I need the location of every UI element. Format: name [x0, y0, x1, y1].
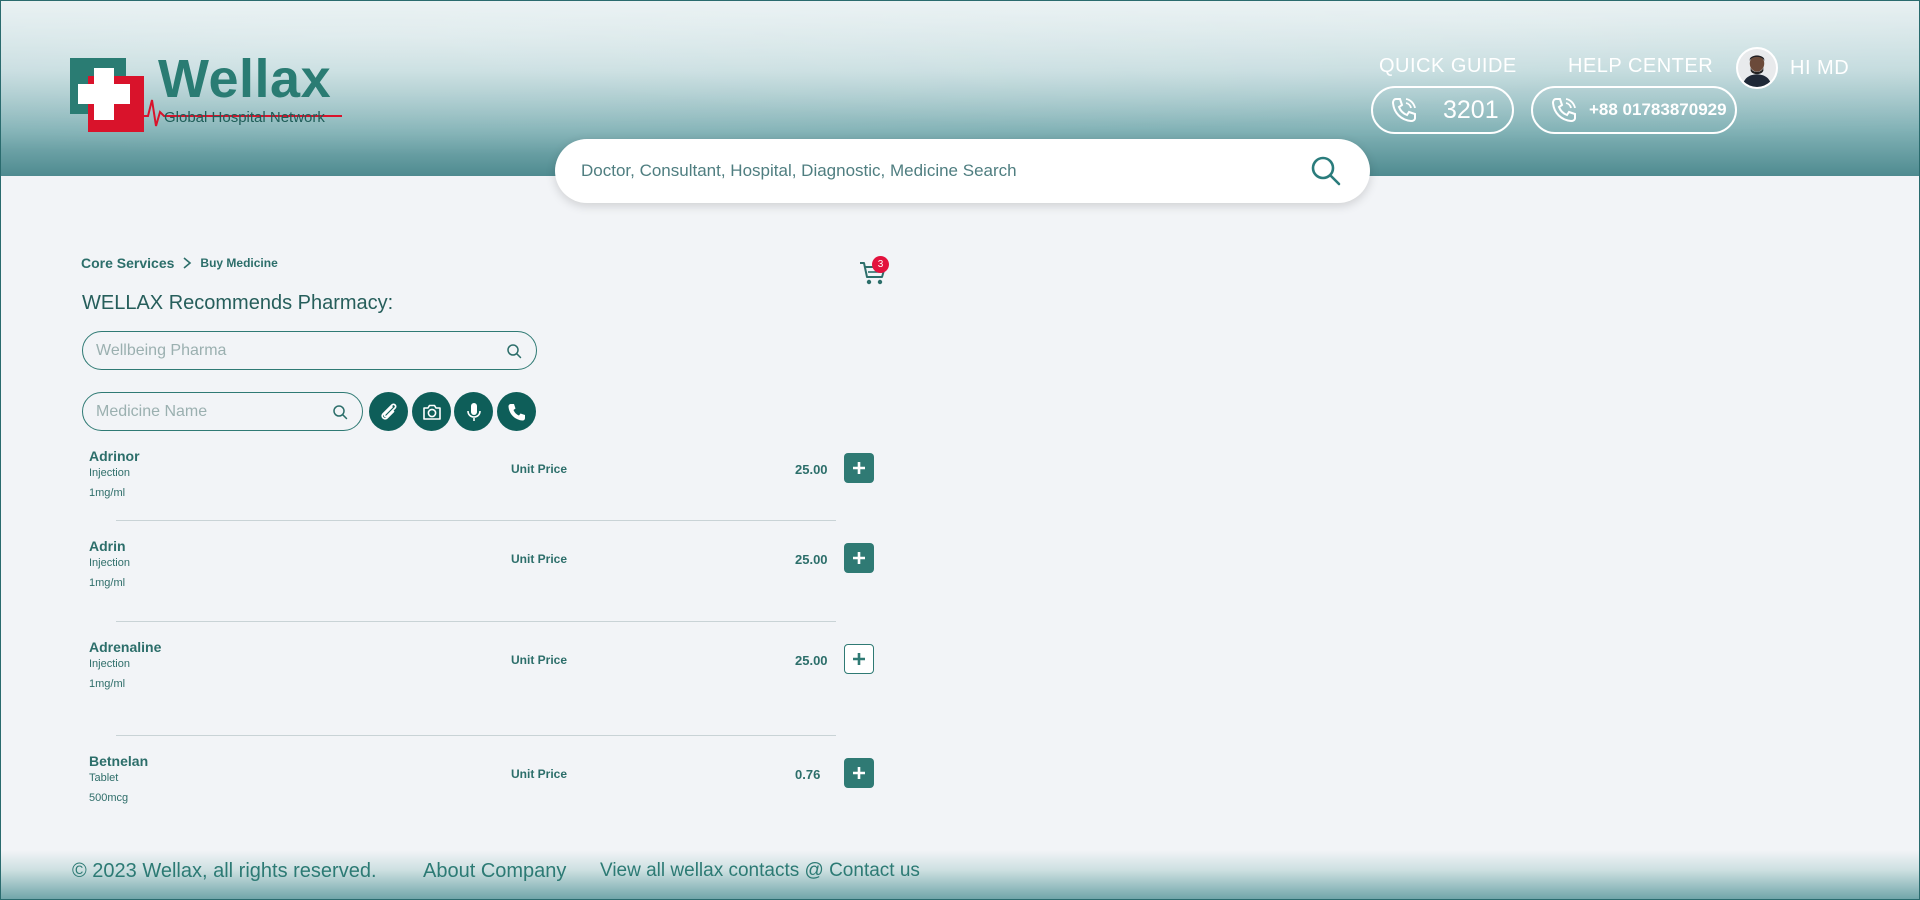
- medicine-price: 25.00: [795, 653, 828, 668]
- camera-icon: [422, 404, 441, 420]
- breadcrumb: Core Services Buy Medicine: [81, 255, 278, 271]
- phone-icon: [508, 403, 525, 420]
- voice-search-button[interactable]: [454, 392, 493, 431]
- add-to-cart-button[interactable]: [844, 453, 874, 483]
- phone-icon: [1551, 98, 1576, 123]
- medicine-dose: 1mg/ml: [89, 577, 126, 589]
- search-icon[interactable]: [506, 343, 522, 359]
- medicine-type: Injection: [89, 557, 130, 569]
- medicine-name: Adrin: [89, 538, 126, 554]
- avatar[interactable]: [1736, 47, 1778, 89]
- medicine-name: Adrenaline: [89, 639, 162, 655]
- plus-icon: [853, 653, 865, 665]
- search-icon[interactable]: [332, 404, 348, 420]
- divider: [116, 621, 836, 622]
- camera-button[interactable]: [412, 392, 451, 431]
- medicine-price: 25.00: [795, 462, 828, 477]
- unit-price-label: Unit Price: [511, 552, 568, 566]
- plus-icon: [853, 552, 865, 564]
- user-greeting: HI MD: [1790, 56, 1850, 79]
- unit-price-label: Unit Price: [511, 653, 568, 667]
- list-item: Adrinor Injection 1mg/ml Unit Price 25.0…: [0, 448, 900, 528]
- breadcrumb-core-services[interactable]: Core Services: [81, 255, 174, 271]
- footer-contacts-link[interactable]: View all wellax contacts @ Contact us: [600, 860, 920, 882]
- global-search-bar[interactable]: [555, 139, 1370, 203]
- footer-about-link[interactable]: About Company: [423, 860, 566, 883]
- microphone-icon: [466, 402, 481, 421]
- cart-count-badge: 3: [872, 256, 889, 273]
- list-item: Adrin Injection 1mg/ml Unit Price 25.00: [0, 538, 900, 618]
- medicine-dose: 1mg/ml: [89, 487, 126, 499]
- list-item: Betnelan Tablet 500mcg Unit Price 0.76: [0, 753, 900, 833]
- medicine-name: Betnelan: [89, 753, 149, 769]
- plus-icon: [853, 462, 865, 474]
- quick-guide-number: 3201: [1443, 95, 1499, 124]
- help-center-label[interactable]: HELP CENTER: [1568, 55, 1713, 78]
- divider: [116, 735, 836, 736]
- attach-icon: [380, 403, 396, 420]
- search-icon[interactable]: [1310, 155, 1342, 187]
- medicine-type: Injection: [89, 658, 130, 670]
- user-menu[interactable]: HI MD: [1736, 47, 1849, 89]
- list-item: Adrenaline Injection 1mg/ml Unit Price 2…: [0, 639, 900, 719]
- plus-icon: [853, 767, 865, 779]
- unit-price-label: Unit Price: [511, 767, 568, 781]
- call-pharmacy-button[interactable]: [497, 392, 536, 431]
- medicine-name-input[interactable]: [96, 402, 332, 421]
- footer-copyright: © 2023 Wellax, all rights reserved.: [72, 860, 377, 882]
- logo-tagline: Global Hospital Network: [164, 109, 325, 126]
- quick-guide-label[interactable]: QUICK GUIDE: [1379, 55, 1517, 78]
- global-search-input[interactable]: [581, 161, 1310, 181]
- pharmacy-search-field[interactable]: [82, 331, 537, 370]
- medicine-dose: 1mg/ml: [89, 678, 126, 690]
- pharmacy-search-input[interactable]: [96, 341, 506, 360]
- wellax-logo[interactable]: Wellax Global Hospital Network: [70, 49, 342, 132]
- breadcrumb-buy-medicine: Buy Medicine: [200, 256, 278, 270]
- help-center-number: +88 01783870929: [1589, 100, 1727, 119]
- medical-cross-icon: [70, 58, 144, 132]
- help-center-phone-button[interactable]: +88 01783870929: [1531, 86, 1737, 134]
- divider: [116, 520, 836, 521]
- medicine-price: 0.76: [795, 767, 821, 782]
- attach-prescription-button[interactable]: [369, 392, 408, 431]
- medicine-search-field[interactable]: [82, 392, 363, 431]
- medicine-name: Adrinor: [89, 448, 140, 464]
- add-to-cart-button[interactable]: [844, 758, 874, 788]
- quick-guide-phone-button[interactable]: 3201: [1371, 86, 1514, 134]
- chevron-right-icon: [183, 257, 192, 269]
- unit-price-label: Unit Price: [511, 462, 568, 476]
- user-avatar-icon: [1738, 49, 1776, 87]
- medicine-type: Injection: [89, 467, 130, 479]
- medicine-dose: 500mcg: [89, 792, 129, 804]
- add-to-cart-button[interactable]: [844, 543, 874, 573]
- add-to-cart-button[interactable]: [844, 644, 874, 674]
- logo-wordmark: Wellax: [158, 49, 332, 109]
- page-title: WELLAX Recommends Pharmacy:: [82, 292, 394, 314]
- medicine-price: 25.00: [795, 552, 828, 567]
- medicine-type: Tablet: [89, 772, 119, 784]
- phone-icon: [1391, 98, 1416, 123]
